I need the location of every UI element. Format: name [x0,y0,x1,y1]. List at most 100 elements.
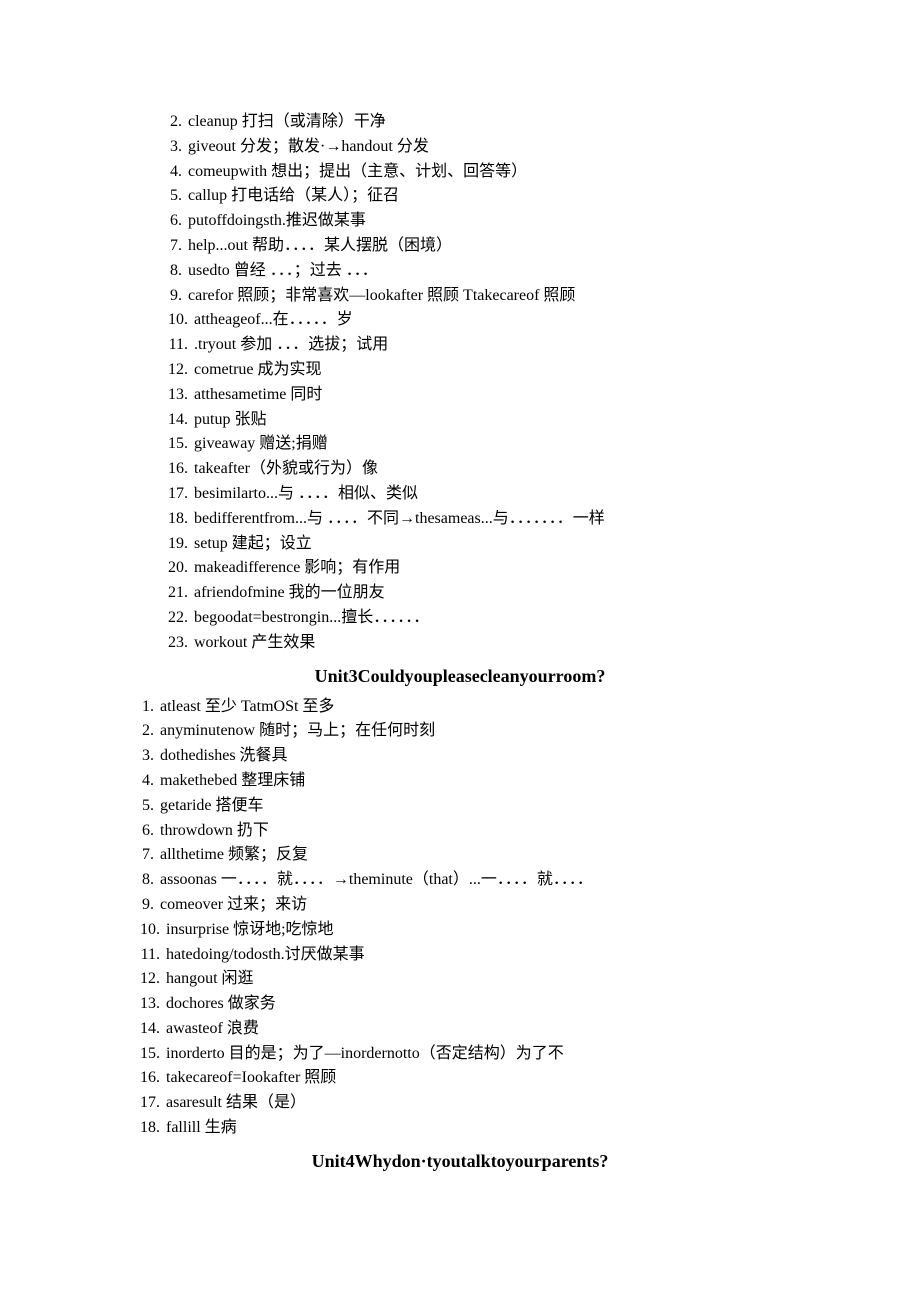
list2-item: 2.anyminutenow 随时；马上；在任何时刻 [120,719,800,744]
item-number: 2. [148,110,188,135]
item-text: giveaway 赠送;捐赠 [194,432,800,457]
item-text: hatedoing/todosth.讨厌做某事 [166,943,800,968]
item-text: putup 张贴 [194,408,800,433]
item-number: 12. [120,967,166,992]
list2-item: 10. insurprise 惊讶地;吃惊地 [120,918,800,943]
item-text: inorderto 目的是；为了—inordernotto（否定结构）为了不 [166,1042,800,1067]
item-text: assoonas 一．．．．就．．．．→theminute（that）...一．… [160,868,800,893]
list2-item: 11. hatedoing/todosth.讨厌做某事 [120,943,800,968]
list1-item: 14. putup 张贴 [148,408,800,433]
item-number: 15. [120,1042,166,1067]
list1-item: 8.usedto 曾经 ．．．；过去 ．．． [148,259,800,284]
item-number: 3. [148,135,188,160]
item-text: afriendofmine 我的一位朋友 [194,581,800,606]
item-text: besimilarto...与 ．．．．相似、类似 [194,482,800,507]
unit3-heading: Unit3Couldyoupleasecleanyourroom? [120,666,800,687]
item-number: 17. [120,1091,166,1116]
item-text: getaride 搭便车 [160,794,800,819]
list1-item: 17. besimilarto...与 ．．．．相似、类似 [148,482,800,507]
item-text: awasteof 浪费 [166,1017,800,1042]
item-number: 1. [120,695,160,720]
item-text: makeadifference 影响；有作用 [194,556,800,581]
item-number: 14. [148,408,194,433]
item-text: cleanup 打扫（或清除）干净 [188,110,800,135]
item-text: asaresult 结果（是） [166,1091,800,1116]
item-number: 6. [148,209,188,234]
list1-item: 7.help...out 帮助．．．．某人摆脱（困境） [148,234,800,259]
list2-item: 14. awasteof 浪费 [120,1017,800,1042]
list1-item: 20. makeadifference 影响；有作用 [148,556,800,581]
list2-item: 6.throwdown 扔下 [120,819,800,844]
item-text: dochores 做家务 [166,992,800,1017]
item-number: 15. [148,432,194,457]
item-text: comeupwith 想出；提出（主意、计划、回答等） [188,160,800,185]
item-text: makethebed 整理床铺 [160,769,800,794]
list1-item: 18. bedifferentfrom...与 ．．．．不同→thesameas… [148,507,800,532]
item-number: 16. [120,1066,166,1091]
item-number: 10. [148,308,194,333]
item-number: 8. [148,259,188,284]
list1-item: 11..tryout 参加 ．．．选拔；试用 [148,333,800,358]
item-text: callup 打电话给（某人）；征召 [188,184,800,209]
item-text: takecareof=Iookafter 照顾 [166,1066,800,1091]
item-text: putoffdoingsth.推迟做某事 [188,209,800,234]
vocab-list-2: 1.atleast 至少 TatmOSt 至多2.anyminutenow 随时… [120,695,800,1141]
list2-item: 12. hangout 闲逛 [120,967,800,992]
item-text: begoodat=bestrongin...擅长．．．．．． [194,606,800,631]
list1-item: 22. begoodat=bestrongin...擅长．．．．．． [148,606,800,631]
item-number: 9. [120,893,160,918]
item-number: 8. [120,868,160,893]
list2-item: 3.dothedishes 洗餐具 [120,744,800,769]
list2-item: 9.comeover 过来；来访 [120,893,800,918]
item-text: attheageof...在．．．．．岁 [194,308,800,333]
item-number: 23. [148,631,194,656]
item-text: bedifferentfrom...与 ．．．．不同→thesameas...与… [194,507,800,532]
document-page: 2.cleanup 打扫（或清除）干净3.giveout 分发；散发·→hand… [0,0,920,1240]
item-number: 7. [148,234,188,259]
list1-item: 4.comeupwith 想出；提出（主意、计划、回答等） [148,160,800,185]
item-text: hangout 闲逛 [166,967,800,992]
item-number: 4. [120,769,160,794]
list1-item: 23. workout 产生效果 [148,631,800,656]
item-number: 13. [148,383,194,408]
list1-item: 5.callup 打电话给（某人）；征召 [148,184,800,209]
item-number: 7. [120,843,160,868]
list1-item: 2.cleanup 打扫（或清除）干净 [148,110,800,135]
item-number: 2. [120,719,160,744]
item-number: 16. [148,457,194,482]
list1-item: 15. giveaway 赠送;捐赠 [148,432,800,457]
list1-item: 3.giveout 分发；散发·→handout 分发 [148,135,800,160]
item-text: allthetime 频繁；反复 [160,843,800,868]
item-text: comeover 过来；来访 [160,893,800,918]
item-number: 14. [120,1017,166,1042]
item-text: cometrue 成为实现 [194,358,800,383]
list1-item: 13. atthesametime 同时 [148,383,800,408]
item-text: carefor 照顾；非常喜欢—lookafter 照顾 Ttakecareof… [188,284,800,309]
item-number: 5. [120,794,160,819]
item-text: help...out 帮助．．．．某人摆脱（困境） [188,234,800,259]
item-text: usedto 曾经 ．．．；过去 ．．． [188,259,800,284]
list1-item: 9.carefor 照顾；非常喜欢—lookafter 照顾 Ttakecare… [148,284,800,309]
item-number: 11. [120,943,166,968]
item-number: 13. [120,992,166,1017]
item-number: 20. [148,556,194,581]
item-text: dothedishes 洗餐具 [160,744,800,769]
list2-item: 5.getaride 搭便车 [120,794,800,819]
list2-item: 8.assoonas 一．．．．就．．．．→theminute（that）...… [120,868,800,893]
item-number: 5. [148,184,188,209]
list1-item: 19. setup 建起；设立 [148,532,800,557]
item-number: 18. [148,507,194,532]
item-text: giveout 分发；散发·→handout 分发 [188,135,800,160]
list2-item: 17. asaresult 结果（是） [120,1091,800,1116]
item-text: throwdown 扔下 [160,819,800,844]
item-number: 11. [148,333,194,358]
unit4-heading: Unit4Whydon·tyoutalktoyourparents? [120,1151,800,1172]
item-text: takeafter（外貌或行为）像 [194,457,800,482]
item-text: workout 产生效果 [194,631,800,656]
vocab-list-1: 2.cleanup 打扫（或清除）干净3.giveout 分发；散发·→hand… [120,110,800,656]
list2-item: 7.allthetime 频繁；反复 [120,843,800,868]
item-number: 3. [120,744,160,769]
list1-item: 6.putoffdoingsth.推迟做某事 [148,209,800,234]
item-number: 22. [148,606,194,631]
item-text: anyminutenow 随时；马上；在任何时刻 [160,719,800,744]
